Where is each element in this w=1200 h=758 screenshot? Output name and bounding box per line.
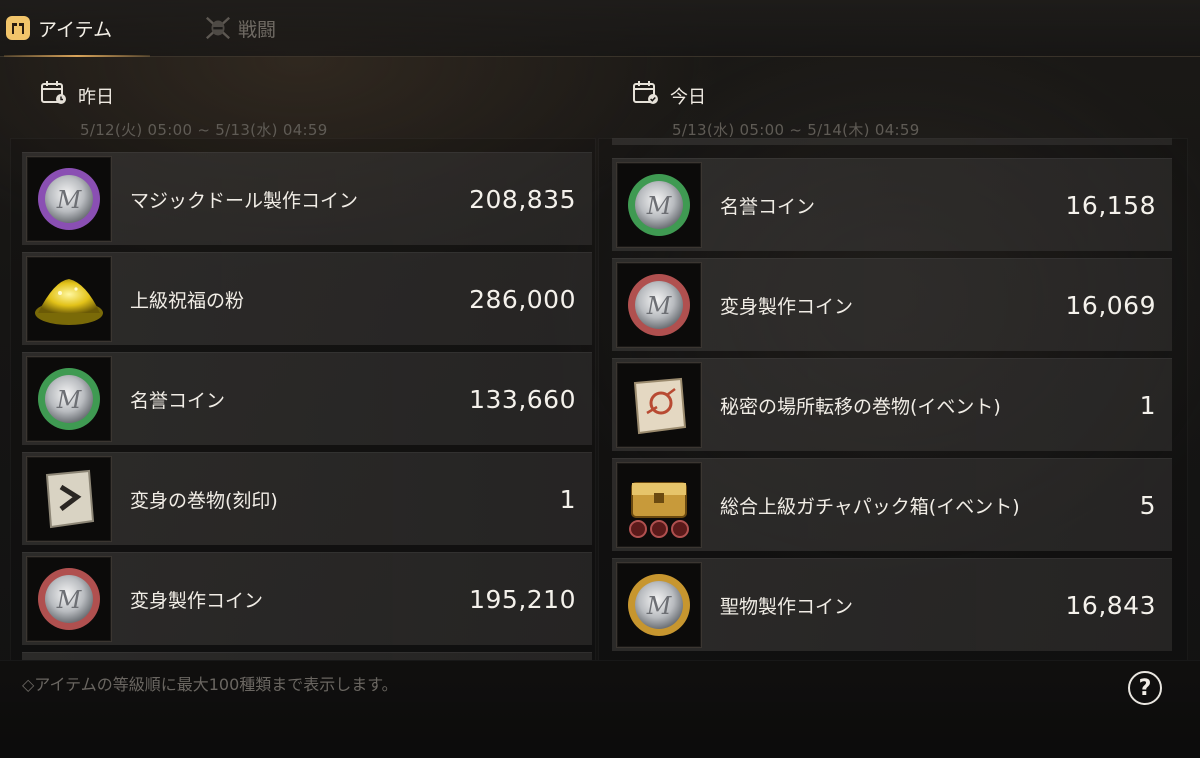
- list-item[interactable]: 総合上級ガチャパック箱(イベント) 5: [612, 458, 1172, 551]
- svg-text:M: M: [646, 292, 673, 320]
- item-quantity: 16,158: [1065, 190, 1156, 220]
- list-item[interactable]: 秘密の場所転移の巻物(イベント) 1: [612, 358, 1172, 451]
- item-bag-icon: [4, 14, 32, 42]
- green-coin-icon: M: [26, 356, 112, 442]
- list-item[interactable]: M 名誉コイン 133,660: [22, 352, 592, 445]
- display-limit-note: ◇アイテムの等級順に最大100種類まで表示します。: [22, 675, 398, 694]
- today-header: 今日 5/13(水) 05:00 ~ 5/14(木) 04:59: [632, 80, 920, 139]
- item-name: 名誉コイン: [720, 195, 816, 218]
- list-item[interactable]: 上級祝福の粉 286,000: [22, 252, 592, 345]
- list-item-partial[interactable]: [22, 652, 592, 660]
- item-name: 変身製作コイン: [720, 295, 854, 318]
- yesterday-date-range: 5/12(火) 05:00 ~ 5/13(水) 04:59: [80, 121, 328, 139]
- item-quantity: 195,210: [469, 584, 576, 614]
- item-name: 変身の巻物(刻印): [130, 489, 278, 512]
- item-name: 聖物製作コイン: [720, 595, 854, 618]
- list-item[interactable]: M 変身製作コイン 16,069: [612, 258, 1172, 351]
- tab-battle[interactable]: 戦闘: [204, 0, 324, 56]
- today-date-range: 5/13(水) 05:00 ~ 5/14(木) 04:59: [672, 121, 920, 139]
- tab-bar: アイテム 戦闘: [0, 0, 1200, 57]
- list-item[interactable]: M 変身製作コイン 195,210: [22, 552, 592, 645]
- gold-coin-icon: M: [616, 562, 702, 648]
- item-name: 変身製作コイン: [130, 589, 264, 612]
- green-coin-icon: M: [616, 162, 702, 248]
- crossed-swords-helmet-icon: [204, 14, 232, 42]
- item-name: 秘密の場所転移の巻物(イベント): [720, 395, 1001, 418]
- yesterday-item-list[interactable]: M マジックドール製作コイン 208,835 上級祝福の粉 286,000 M …: [12, 138, 594, 660]
- item-quantity: 5: [1139, 490, 1156, 520]
- list-item-partial[interactable]: [612, 138, 1172, 145]
- list-item[interactable]: 変身の巻物(刻印) 1: [22, 452, 592, 545]
- red-coin-icon: M: [616, 262, 702, 348]
- item-name: 上級祝福の粉: [130, 289, 245, 312]
- today-title: 今日: [670, 86, 706, 108]
- item-quantity: 16,843: [1065, 590, 1156, 620]
- tab-items[interactable]: アイテム: [4, 0, 150, 57]
- item-name: 名誉コイン: [130, 389, 226, 412]
- tab-battle-label: 戦闘: [238, 18, 277, 41]
- svg-text:M: M: [646, 592, 673, 620]
- gold-powder-icon: [26, 256, 112, 342]
- purple-coin-icon: M: [26, 156, 112, 242]
- item-quantity: 1: [1139, 390, 1156, 420]
- tab-items-label: アイテム: [38, 18, 113, 41]
- footer: ◇アイテムの等級順に最大100種類まで表示します。 ?: [0, 660, 1200, 758]
- question-mark-icon: ?: [1138, 675, 1152, 701]
- item-quantity: 208,835: [469, 184, 576, 214]
- svg-text:M: M: [56, 386, 83, 414]
- treasure-chest-icon: [616, 462, 702, 548]
- item-name: マジックドール製作コイン: [130, 189, 359, 212]
- map-scroll-icon: [616, 362, 702, 448]
- today-item-list[interactable]: M 名誉コイン 16,158 M 変身製作コイン 16,069 秘密の場所転移の…: [600, 138, 1184, 660]
- calendar-clock-icon: [40, 80, 68, 111]
- item-name: 総合上級ガチャパック箱(イベント): [720, 495, 1020, 518]
- calendar-check-icon: [632, 80, 660, 111]
- svg-text:M: M: [646, 192, 673, 220]
- item-quantity: 16,069: [1065, 290, 1156, 320]
- help-button[interactable]: ?: [1128, 671, 1162, 705]
- svg-text:M: M: [56, 586, 83, 614]
- item-quantity: 133,660: [469, 384, 576, 414]
- yesterday-header: 昨日 5/12(火) 05:00 ~ 5/13(水) 04:59: [40, 80, 328, 139]
- list-item[interactable]: M 聖物製作コイン 16,843: [612, 558, 1172, 651]
- list-item[interactable]: M 名誉コイン 16,158: [612, 158, 1172, 251]
- yesterday-title: 昨日: [78, 86, 114, 108]
- svg-text:M: M: [56, 186, 83, 214]
- list-item[interactable]: M マジックドール製作コイン 208,835: [22, 152, 592, 245]
- item-quantity: 286,000: [469, 284, 576, 314]
- scroll-icon: [26, 456, 112, 542]
- item-quantity: 1: [559, 484, 576, 514]
- red-coin-icon: M: [26, 556, 112, 642]
